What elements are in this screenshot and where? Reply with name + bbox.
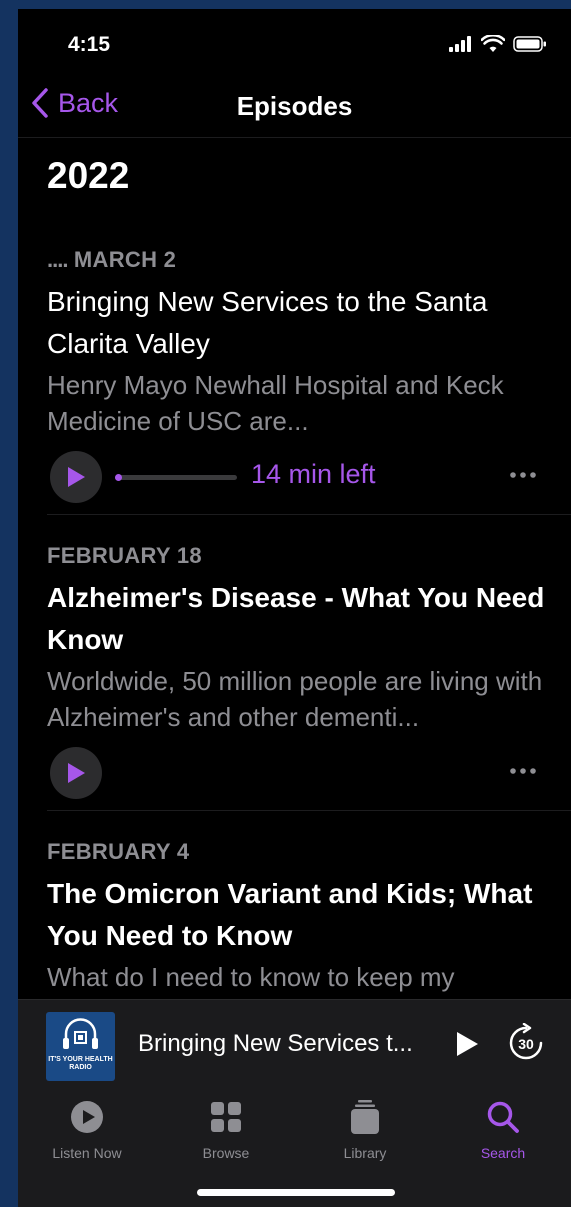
battery-icon xyxy=(513,36,546,52)
episode-description: Worldwide, 50 million people are living … xyxy=(47,666,543,732)
divider xyxy=(47,514,571,515)
page-title: Episodes xyxy=(236,91,353,121)
tab-library[interactable]: Library xyxy=(310,1100,420,1161)
episode-title: Alzheimer's Disease - What You Need Know xyxy=(47,582,545,655)
status-time: 4:15 xyxy=(68,33,111,56)
episode-item[interactable]: FEBRUARY 18 Alzheimer's Disease - What Y… xyxy=(47,543,571,799)
episode-title: Bringing New Services to the Santa Clari… xyxy=(47,286,488,359)
wifi-icon xyxy=(481,35,505,52)
episode-description: What do I need to know to keep my xyxy=(47,962,455,992)
episode-date: FEBRUARY 4 xyxy=(47,839,190,864)
section-year-heading: 2022 xyxy=(47,155,130,196)
episode-progress-bar xyxy=(115,474,237,481)
tab-label: Search xyxy=(480,1145,526,1161)
tab-label: Listen Now xyxy=(52,1145,122,1161)
more-options-icon[interactable] xyxy=(509,767,537,775)
artwork-text: IT'S YOUR HEALTH RADIO xyxy=(48,1056,113,1071)
podcast-artwork: IT'S YOUR HEALTH RADIO xyxy=(46,1012,115,1081)
cellular-signal-icon xyxy=(449,36,471,52)
tab-listen-now[interactable]: Listen Now xyxy=(32,1100,142,1161)
episode-controls: 14 min left xyxy=(47,451,571,503)
episode-controls xyxy=(47,747,571,799)
tab-browse[interactable]: Browse xyxy=(171,1100,281,1161)
mini-play-button[interactable] xyxy=(454,1030,480,1058)
tab-label: Library xyxy=(343,1145,387,1161)
play-episode-button[interactable] xyxy=(50,747,102,799)
divider xyxy=(47,810,571,811)
more-options-icon[interactable] xyxy=(509,471,537,479)
play-episode-button[interactable] xyxy=(50,451,102,503)
tab-search[interactable]: Search xyxy=(448,1100,558,1161)
navigation-bar: Back Episodes xyxy=(18,79,571,138)
now-playing-title: Bringing New Services t... xyxy=(138,1030,413,1057)
episode-date: .... MARCH 2 xyxy=(47,247,177,272)
episode-progress-fill xyxy=(115,474,123,481)
episode-date: FEBRUARY 18 xyxy=(47,543,202,568)
skip-forward-30-icon[interactable]: 30 xyxy=(508,1023,544,1061)
play-icon xyxy=(68,467,85,487)
episode-item[interactable]: .... MARCH 2 Bringing New Services to th… xyxy=(47,247,571,503)
status-bar: 4:15 xyxy=(18,9,571,79)
play-circle-icon xyxy=(71,1101,103,1133)
phone-screen: 4:15 Back Episodes 2022 .... MARCH 2 Bri… xyxy=(18,9,571,1207)
tab-label: Browse xyxy=(202,1145,250,1161)
ellipsis-icon: .... xyxy=(47,247,68,272)
headphones-logo-icon xyxy=(63,1018,98,1049)
episode-item[interactable]: FEBRUARY 4 The Omicron Variant and Kids;… xyxy=(47,839,571,995)
skip-seconds-label: 30 xyxy=(518,1036,534,1052)
status-icons xyxy=(449,35,547,53)
play-icon xyxy=(68,763,85,783)
mini-player[interactable]: IT'S YOUR HEALTH RADIO Bringing New Serv… xyxy=(18,999,571,1090)
library-stack-icon xyxy=(351,1100,379,1134)
episode-title: The Omicron Variant and Kids; What You N… xyxy=(47,878,533,951)
time-left: 14 min left xyxy=(251,459,376,489)
grid-icon xyxy=(211,1102,241,1132)
episode-description: Henry Mayo Newhall Hospital and Keck Med… xyxy=(47,370,504,436)
search-icon xyxy=(487,1101,519,1133)
home-indicator[interactable] xyxy=(197,1189,395,1196)
